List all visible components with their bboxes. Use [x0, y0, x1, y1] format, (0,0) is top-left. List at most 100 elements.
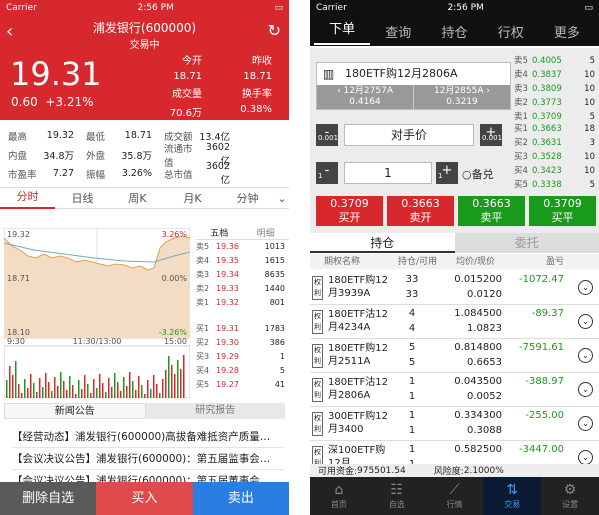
volume-bar [174, 374, 176, 398]
carrier: Carrier [316, 3, 347, 13]
battery-icon: ▭ [584, 3, 593, 13]
kline-icon: ▥ [323, 67, 335, 81]
refresh-icon[interactable]: ↻ [268, 21, 281, 40]
level-row: 卖3 0.3809 10 [514, 84, 595, 94]
tab-chart-3[interactable]: 月K [165, 190, 220, 206]
tab-chart-1[interactable]: 日线 [55, 190, 110, 206]
buy-open-button[interactable]: 0.3709 买开 [316, 196, 383, 226]
expand-icon[interactable]: ⌄ [578, 280, 593, 295]
tab-chart-0[interactable]: 分时 [0, 187, 55, 209]
tab-positions[interactable]: 持仓 [310, 233, 455, 253]
expand-icon[interactable]: ⌄ [578, 416, 593, 431]
expand-icon[interactable]: ⌄ [578, 382, 593, 397]
volume-bar [144, 394, 146, 398]
nav-item-1[interactable]: ☷ 自选 [368, 477, 426, 515]
nav-icon: ⚙ [563, 482, 577, 498]
buy-button[interactable]: 买入 [96, 482, 193, 515]
tab-orders[interactable]: 委托 [454, 233, 599, 253]
book-row: 买5 19.27 41 [196, 380, 285, 389]
order-book: 五档 明细 卖5 19.36 1013 卖4 19.35 1615 卖3 19.34 8635 卖2… [196, 228, 289, 398]
stat-value: 7.27 [52, 168, 74, 179]
volume-bar [105, 392, 107, 398]
expand-icon[interactable]: ⌄ [578, 348, 593, 363]
volume-bar [96, 388, 98, 398]
tab-trade-3[interactable]: 行权 [483, 22, 539, 41]
book-row: 卖5 19.36 1013 [196, 242, 285, 251]
position-row[interactable]: 权利 180ETF沽12月2806A 1 1 0.043500 0.0052 -388.97… [310, 372, 599, 407]
position-row[interactable]: 权利 300ETF购12月3400 1 1 0.334300 0.3088 -255.00 ⌄ [310, 406, 599, 441]
stat-value: 35.8万 [121, 150, 152, 162]
tab-news[interactable]: 新闻公告 [4, 403, 146, 419]
sell-button[interactable]: 卖出 [192, 482, 289, 515]
radio-icon: ○ [462, 168, 472, 181]
status-bar: Carrier 2:56 PM ▭ [310, 0, 599, 16]
book-row: 卖2 19.33 1440 [196, 284, 285, 293]
volume-bar [138, 376, 140, 398]
tab-trade-2[interactable]: 持仓 [426, 22, 482, 41]
nav-icon: ⇅ [506, 482, 519, 498]
sell-open-button[interactable]: 0.3663 卖开 [387, 196, 454, 226]
tab-trade-1[interactable]: 查询 [370, 22, 426, 41]
tab-details[interactable]: 明细 [243, 228, 290, 239]
stat-value: 3602亿 [205, 161, 230, 186]
tab-trade-0[interactable]: 下单 [314, 17, 371, 45]
level-row: 买1 0.3663 18 [514, 124, 595, 134]
svg-text:-3.26%: -3.26% [159, 328, 188, 337]
news-item[interactable]: 【经营动态】浦发银行(600000)高拔备难抵资产质量… [12, 426, 284, 448]
remove-watchlist-button[interactable]: 删除自选 [0, 482, 97, 515]
volume-bar [27, 388, 29, 398]
qty-minus-button[interactable]: -1 [316, 162, 338, 184]
nav-item-3[interactable]: ⇅ 交易 [483, 477, 542, 515]
qty-field[interactable]: 1 [344, 162, 432, 184]
buy-close-button[interactable]: 0.3709 买平 [529, 196, 596, 226]
expand-icon[interactable]: ⌄ [578, 450, 593, 465]
right-type-icon: 权利 [312, 378, 323, 402]
chevron-down-icon[interactable]: ⌄ [275, 192, 289, 205]
tab-chart-2[interactable]: 周K [110, 190, 165, 206]
news-item[interactable]: 【会议决议公告】浦发银行(600000)：第五届监事会… [12, 448, 284, 470]
trade-tabs: 下单 查询 持仓 行权 更多 [310, 16, 599, 46]
price-minus-button[interactable]: -0.001 [316, 124, 338, 146]
volume-bar [153, 375, 155, 398]
volume-bar [99, 374, 101, 398]
prev-contract[interactable]: ‹ 12月2757A 0.4164 [317, 85, 413, 109]
sell-close-button[interactable]: 0.3663 卖平 [458, 196, 525, 226]
battery-icon: ▭ [274, 3, 283, 13]
nav-item-2[interactable]: ⟋ 行情 [426, 477, 484, 515]
header: ‹ 浦发银行(600000) 交易中 ↻ [0, 16, 289, 51]
volume-bar [126, 386, 128, 398]
svg-text:3.26%: 3.26% [162, 230, 188, 239]
volume-bar [36, 392, 38, 398]
covered-checkbox[interactable]: ○备兑 [462, 166, 494, 182]
stat-value: 19.32 [46, 130, 74, 141]
price-mode-field[interactable]: 对手价 [344, 124, 474, 146]
qty-plus-button[interactable]: +1 [436, 162, 458, 184]
price-plus-button[interactable]: +0.001 [480, 124, 502, 146]
position-row[interactable]: 权利 180ETF购12月3939A 33 33 0.015200 0.0120 -1072… [310, 270, 599, 305]
volume-bar [123, 377, 125, 398]
volume-bar [108, 378, 110, 398]
tab-research[interactable]: 研究报告 [145, 403, 285, 419]
tab-trade-4[interactable]: 更多 [539, 22, 595, 41]
tab-chart-4[interactable]: 分钟 [220, 190, 275, 206]
position-row[interactable]: 权利 180ETF沽12月4234A 4 4 1.084500 1.0823 -89.37 ⌄ [310, 304, 599, 339]
right-type-icon: 权利 [312, 276, 323, 300]
volume-bar [78, 380, 80, 398]
volume-bar [75, 394, 77, 398]
next-contract[interactable]: 12月2855A › 0.3219 [413, 85, 510, 109]
back-icon[interactable]: ‹ [6, 21, 13, 42]
nav-item-4[interactable]: ⚙ 设置 [541, 477, 599, 515]
tab-five-levels[interactable]: 五档 [196, 228, 243, 239]
expand-icon[interactable]: ⌄ [578, 314, 593, 329]
nav-item-0[interactable]: ⌂ 首页 [310, 477, 368, 515]
level-row: 买3 0.3528 10 [514, 152, 595, 162]
right-type-icon: 权利 [312, 344, 323, 368]
price-change: 0.60 +3.21% [11, 95, 94, 109]
volume-bar [48, 382, 50, 398]
position-row[interactable]: 权利 180ETF购12月2511A 5 5 0.814800 0.6653 -7591.6… [310, 338, 599, 373]
volume-bar [156, 384, 158, 398]
volume-bar [9, 366, 11, 398]
book-row: 买1 19.31 1783 [196, 324, 285, 333]
open-block: 今开 18.71 [173, 56, 202, 82]
contract-box[interactable]: ▥ 180ETF购12月2806A ‹ 12月2757A 0.4164 12月28… [316, 62, 511, 110]
